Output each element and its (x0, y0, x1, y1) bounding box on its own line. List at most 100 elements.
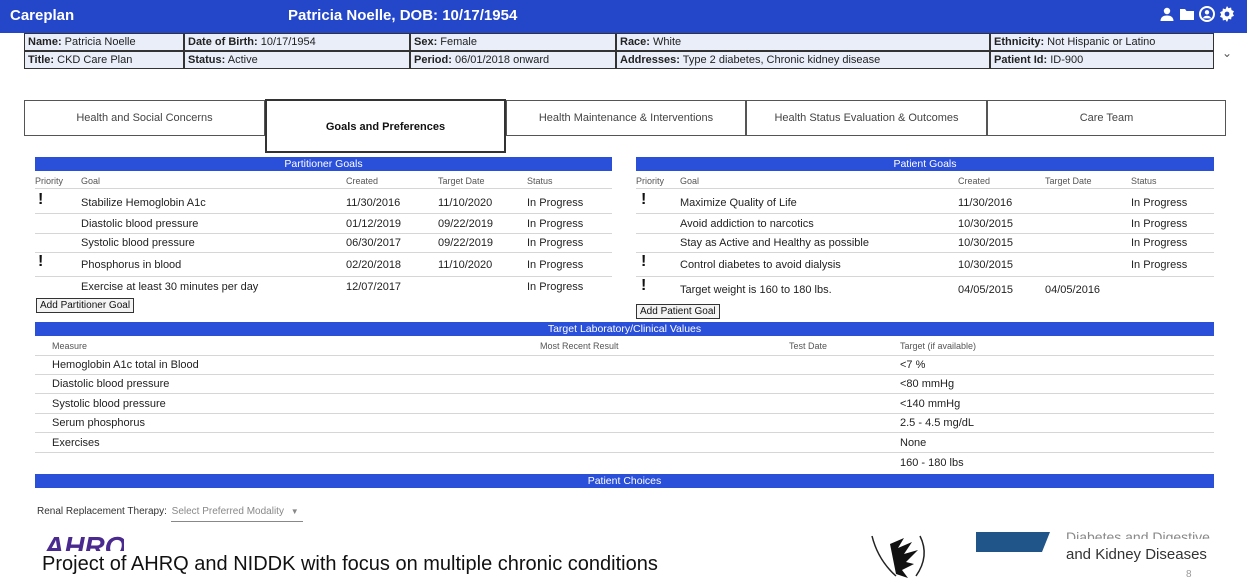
patient-id-field: Patient Id: ID-900 (990, 51, 1214, 69)
priority-flag-icon: ! (641, 277, 647, 294)
goal-name: Systolic blood pressure (81, 237, 195, 249)
ethnicity-field: Ethnicity: Not Hispanic or Latino (990, 33, 1214, 51)
divider (35, 188, 612, 189)
nih-logo (976, 532, 1050, 552)
tab-goals-preferences[interactable]: Goals and Preferences (265, 99, 506, 153)
goal-target-date: 09/22/2019 (438, 237, 494, 249)
divider (35, 276, 612, 277)
priority-flag-icon: ! (38, 191, 44, 208)
goal-name: Phosphorus in blood (81, 259, 182, 271)
patient-title: Patricia Noelle, DOB: 10/17/1954 (288, 7, 518, 24)
goal-status: In Progress (527, 237, 584, 249)
tab-care-team[interactable]: Care Team (987, 100, 1226, 136)
lab-measure: Exercises (52, 437, 100, 449)
col-test-date: Test Date (789, 341, 828, 351)
col-status: Status (1131, 176, 1157, 186)
col-priority: Priority (636, 176, 665, 186)
goal-created: 12/07/2017 (346, 281, 402, 293)
col-measure: Measure (52, 341, 88, 351)
ahrq-logo: AHRQ (44, 532, 124, 551)
select-underline (171, 521, 303, 522)
account-circle-icon[interactable] (1199, 6, 1215, 22)
col-goal: Goal (81, 176, 101, 186)
modality-select[interactable]: Select Preferred Modality (172, 506, 284, 517)
chevron-down-icon[interactable]: ▼ (291, 507, 299, 516)
goal-name: Diastolic blood pressure (81, 218, 199, 230)
tab-bar: Health and Social Concerns Goals and Pre… (24, 99, 1226, 153)
patient-info-panel: Name: Patricia Noelle Date of Birth: 10/… (24, 33, 1214, 71)
lab-target: 2.5 - 4.5 mg/dL (900, 417, 974, 429)
chevron-down-icon[interactable]: ⌄ (1222, 46, 1232, 60)
divider (35, 355, 1214, 356)
goal-target-date: 11/10/2020 (438, 197, 493, 209)
lab-target: <140 mmHg (900, 398, 961, 410)
goal-name: Exercise at least 30 minutes per day (81, 281, 259, 293)
practitioner-goals-header: Partitioner Goals (35, 157, 612, 171)
tab-health-social-concerns[interactable]: Health and Social Concerns (24, 100, 265, 136)
goal-status: In Progress (527, 218, 584, 230)
goal-status: In Progress (1131, 237, 1188, 249)
goal-name: Stay as Active and Healthy as possible (680, 237, 869, 249)
hhs-seal-logo (871, 535, 925, 578)
gear-icon[interactable] (1219, 6, 1235, 22)
add-practitioner-goal-button[interactable]: Add Partitioner Goal (36, 298, 135, 313)
col-target-date: Target Date (438, 176, 485, 186)
col-created: Created (958, 176, 991, 186)
divider (35, 393, 1214, 394)
goal-name: Maximize Quality of Life (680, 197, 797, 209)
divider (636, 188, 1214, 189)
col-priority: Priority (35, 176, 64, 186)
name-field: Name: Patricia Noelle (24, 33, 184, 51)
divider (636, 233, 1214, 234)
col-target: Target (if available) (900, 341, 977, 351)
goal-created: 04/05/2015 (958, 284, 1014, 296)
divider (35, 374, 1214, 375)
goal-target-date: 09/22/2019 (438, 218, 494, 230)
goal-created: 10/30/2015 (958, 237, 1014, 249)
col-created: Created (346, 176, 379, 186)
tab-health-maintenance[interactable]: Health Maintenance & Interventions (506, 100, 746, 136)
divider (35, 233, 612, 234)
user-icon[interactable] (1159, 6, 1175, 22)
priority-flag-icon: ! (641, 253, 647, 270)
goal-created: 06/30/2017 (346, 237, 402, 249)
goal-name: Target weight is 160 to 180 lbs. (680, 284, 832, 296)
patient-goals-header: Patient Goals (636, 157, 1214, 171)
goal-name: Control diabetes to avoid dialysis (680, 259, 841, 271)
lab-target: 160 - 180 lbs (900, 457, 964, 469)
lab-measure: Hemoglobin A1c total in Blood (52, 359, 199, 371)
race-field: Race: White (616, 33, 990, 51)
col-target-date: Target Date (1045, 176, 1092, 186)
niddk-name-top: Diabetes and Digestive (1066, 529, 1210, 539)
goal-created: 11/30/2016 (346, 197, 401, 209)
goal-target-date: 04/05/2016 (1045, 284, 1101, 296)
goal-status: In Progress (1131, 259, 1188, 271)
tab-health-status-evaluation[interactable]: Health Status Evaluation & Outcomes (746, 100, 987, 136)
goal-created: 11/30/2016 (958, 197, 1013, 209)
goal-status: In Progress (1131, 218, 1188, 230)
goal-created: 01/12/2019 (346, 218, 402, 230)
dob-field: Date of Birth: 10/17/1954 (184, 33, 410, 51)
divider (636, 252, 1214, 253)
priority-flag-icon: ! (641, 191, 647, 208)
folder-icon[interactable] (1179, 6, 1195, 22)
svg-text:AHRQ: AHRQ (44, 532, 124, 551)
add-patient-goal-button[interactable]: Add Patient Goal (636, 304, 720, 319)
page-number: 8 (1186, 569, 1192, 580)
lab-target: <80 mmHg (900, 378, 955, 390)
app-title: Careplan (10, 7, 75, 24)
col-most-recent-result: Most Recent Result (540, 341, 619, 351)
niddk-name: and Kidney Diseases (1066, 546, 1207, 563)
lab-measure: Diastolic blood pressure (52, 378, 170, 390)
goal-status: In Progress (527, 197, 584, 209)
period-field: Period: 06/01/2018 onward (410, 51, 616, 69)
goal-target-date: 11/10/2020 (438, 259, 493, 271)
lab-measure: Systolic blood pressure (52, 398, 166, 410)
renal-replacement-therapy: Renal Replacement Therapy: Select Prefer… (37, 506, 299, 517)
title-field: Title: CKD Care Plan (24, 51, 184, 69)
goal-status: In Progress (527, 259, 584, 271)
goal-status: In Progress (1131, 197, 1188, 209)
patient-choices-header: Patient Choices (35, 474, 1214, 488)
app-header: Careplan Patricia Noelle, DOB: 10/17/195… (0, 0, 1247, 33)
goal-name: Stabilize Hemoglobin A1c (81, 197, 206, 209)
